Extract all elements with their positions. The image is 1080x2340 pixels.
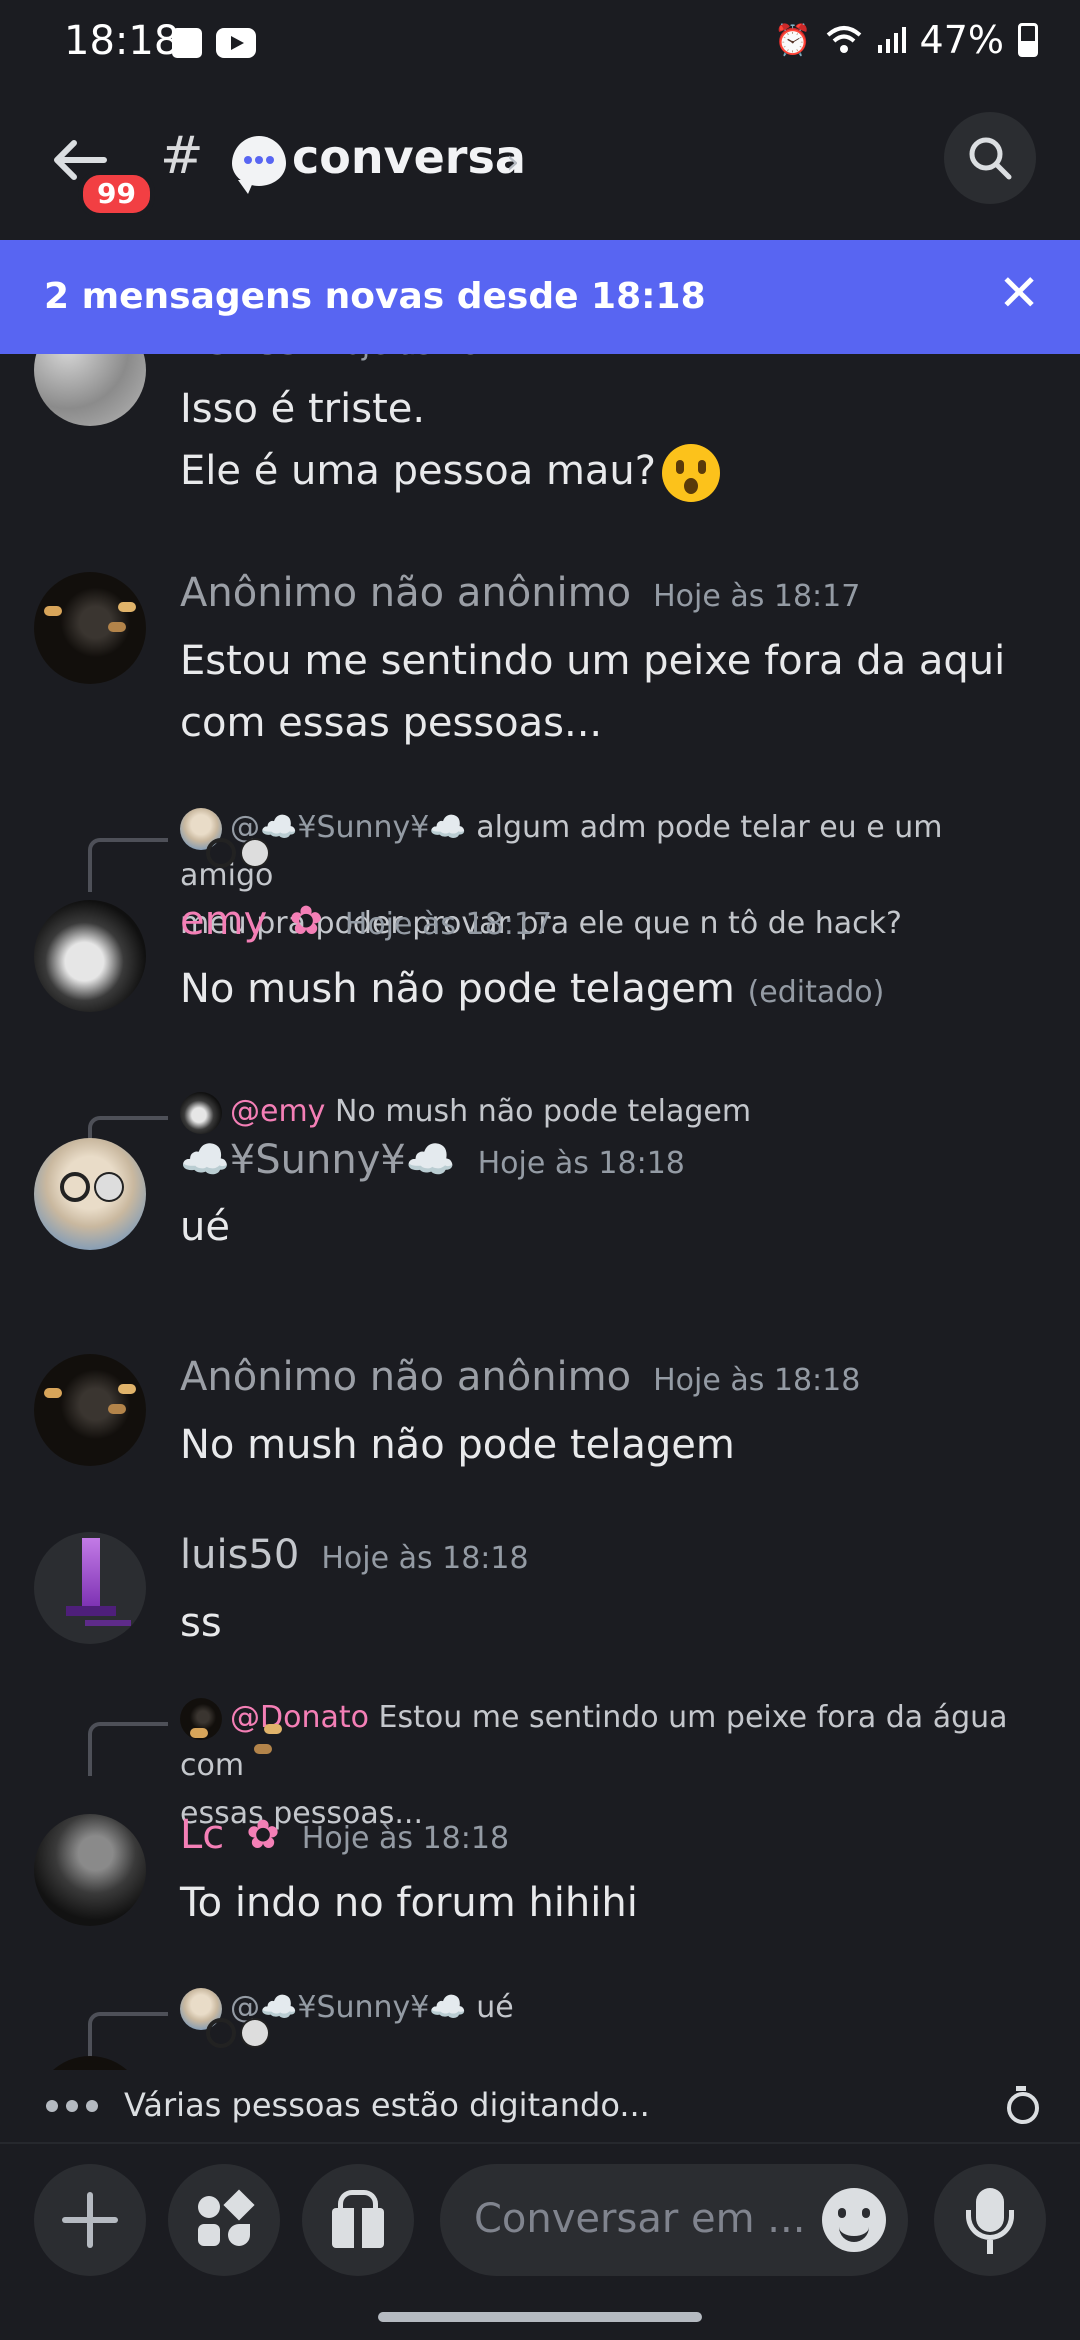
edited-label: (editado) xyxy=(747,975,885,1010)
unread-badge: 99 xyxy=(78,170,155,218)
message-text: To indo no forum hihihi xyxy=(180,1880,638,1926)
message-author[interactable]: Ashes xyxy=(180,354,299,364)
message-timestamp: Hoje às 18:18 xyxy=(321,1541,529,1576)
message-timestamp: Hoje às 18:18 xyxy=(301,1821,510,1856)
message-list[interactable]: Ashes Hoje às 18:17 Isso é triste. Ele é… xyxy=(0,354,1080,2070)
message-author[interactable]: Anônimo não anônimo xyxy=(180,1354,631,1400)
message-author[interactable]: Anônimo não anônimo xyxy=(180,570,631,616)
reply-avatar xyxy=(180,807,222,850)
channel-header: 99 # conversa › xyxy=(0,90,1080,240)
close-icon[interactable]: ✕ xyxy=(998,264,1040,322)
reply-avatar xyxy=(180,1697,222,1740)
avatar[interactable] xyxy=(34,354,146,426)
reply-mention: @emy xyxy=(230,1094,326,1129)
reply-preview[interactable]: @emy No mush não pode telagem xyxy=(180,1088,1040,1136)
message-timestamp: Hoje às 18:17 xyxy=(653,579,861,614)
avatar[interactable] xyxy=(34,572,146,684)
battery-icon xyxy=(1018,23,1038,57)
voice-message-button[interactable] xyxy=(934,2164,1046,2276)
hushed-face-icon xyxy=(662,444,721,502)
avatar[interactable] xyxy=(34,1814,146,1926)
slowmode-timer-icon[interactable] xyxy=(1006,2086,1039,2124)
message-timestamp: Hoje às 18:18 xyxy=(477,1146,685,1181)
composer-bar: Conversar em ... xyxy=(0,2142,1080,2340)
message-text: ss xyxy=(180,1600,222,1646)
typing-text: Várias pessoas estão digitando... xyxy=(124,2086,650,2124)
message-input-placeholder: Conversar em ... xyxy=(474,2196,806,2242)
youtube-icon xyxy=(216,28,256,58)
message-timestamp: Hoje às 18:17 xyxy=(321,354,528,362)
message-input[interactable]: Conversar em ... xyxy=(440,2164,908,2276)
signal-icon xyxy=(877,27,906,53)
reply-mention: @☁️¥Sunny¥☁️ xyxy=(230,1990,467,2025)
chevron-right-icon[interactable]: › xyxy=(506,142,520,182)
avatar[interactable] xyxy=(34,1532,146,1644)
channel-name[interactable]: conversa xyxy=(292,130,526,184)
typing-dots-icon xyxy=(46,2100,98,2112)
speech-balloon-icon xyxy=(232,136,286,194)
apps-button[interactable] xyxy=(168,2164,280,2276)
role-flower-icon: ✿ xyxy=(289,898,323,944)
message-author[interactable]: luis50 xyxy=(180,1532,299,1578)
message-author[interactable]: Lc xyxy=(180,1812,224,1858)
reply-mention: @Donato xyxy=(230,1700,369,1735)
avatar[interactable] xyxy=(34,1354,146,1466)
status-time: 18:18 xyxy=(64,18,180,64)
message-author[interactable]: ☁️¥Sunny¥☁️ xyxy=(180,1136,456,1183)
gift-button[interactable] xyxy=(302,2164,414,2276)
home-indicator[interactable] xyxy=(378,2312,702,2322)
avatar[interactable] xyxy=(34,1138,146,1250)
emoji-icon[interactable] xyxy=(822,2188,886,2252)
search-icon xyxy=(969,137,1012,180)
gallery-icon xyxy=(172,28,202,58)
reply-mention: @☁️¥Sunny¥☁️ xyxy=(230,810,467,845)
new-messages-text[interactable]: 2 mensagens novas desde 18:18 xyxy=(44,276,706,317)
message-text: No mush não pode telagem (editado) xyxy=(180,966,885,1012)
message-timestamp: Hoje às 18:17 xyxy=(344,907,553,942)
alarm-icon: ⏰ xyxy=(774,22,812,58)
message-text: Isso é triste. Ele é uma pessoa mau? xyxy=(180,378,1040,502)
battery-percent: 47% xyxy=(919,18,1004,62)
search-button[interactable] xyxy=(944,112,1036,204)
message-author[interactable]: emy xyxy=(180,898,267,944)
reply-connector xyxy=(88,838,168,892)
reply-avatar xyxy=(180,1091,222,1134)
message-timestamp: Hoje às 18:18 xyxy=(653,1363,861,1398)
message-text: No mush não pode telagem xyxy=(180,1422,735,1468)
role-flower-icon: ✿ xyxy=(246,1812,280,1858)
reply-avatar xyxy=(180,1987,222,2030)
message-text: ué xyxy=(180,1204,230,1250)
status-bar: 18:18 ⏰ 47% xyxy=(0,0,1080,90)
reply-connector xyxy=(88,1722,168,1776)
attach-button[interactable] xyxy=(34,2164,146,2276)
avatar[interactable] xyxy=(34,900,146,1012)
reply-preview[interactable]: @☁️¥Sunny¥☁️ ué xyxy=(180,1984,1040,2032)
typing-indicator: Várias pessoas estão digitando... xyxy=(0,2070,1080,2142)
new-messages-banner[interactable]: 2 mensagens novas desde 18:18 ✕ xyxy=(0,240,1080,354)
hash-icon: # xyxy=(160,126,204,186)
message-text: Estou me sentindo um peixe fora da aqui … xyxy=(180,638,1006,746)
wifi-icon xyxy=(826,26,861,53)
